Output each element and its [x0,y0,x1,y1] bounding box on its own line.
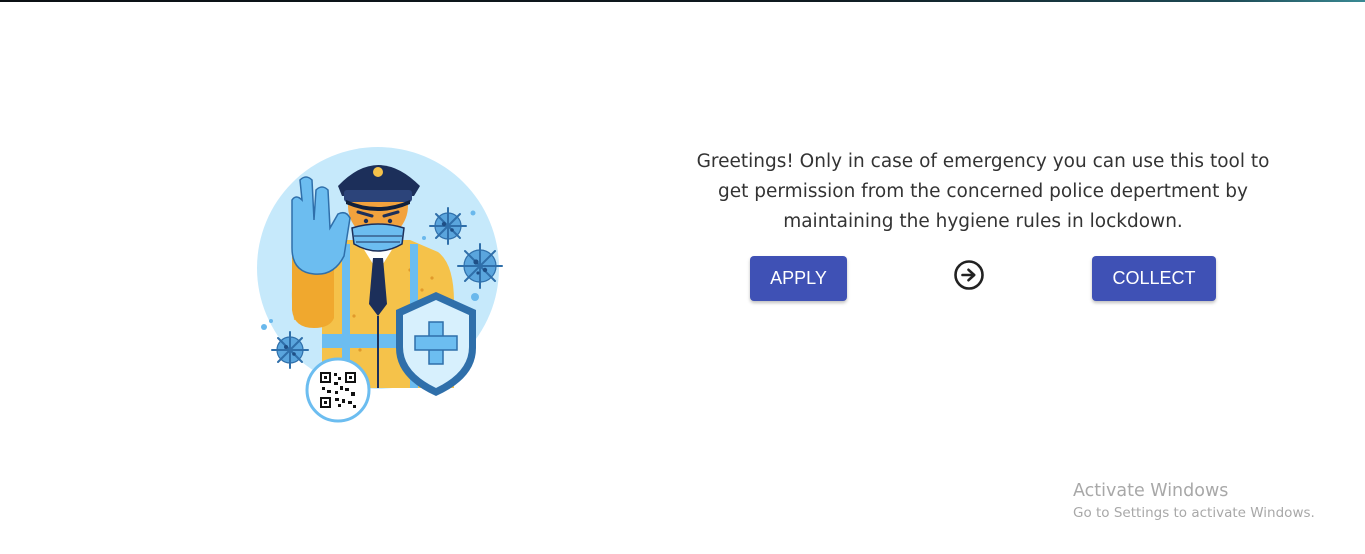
top-border [0,0,1365,2]
arrow-right-circle-icon [953,259,985,291]
collect-button[interactable]: COLLECT [1092,256,1216,301]
greeting-message: Greetings! Only in case of emergency you… [696,151,1270,232]
apply-button[interactable]: APPLY [750,256,847,301]
watermark-subtitle: Go to Settings to activate Windows. [1073,505,1315,521]
police-officer-illustration [250,140,520,430]
activate-windows-watermark: Activate Windows Go to Settings to activ… [1073,480,1315,523]
watermark-title: Activate Windows [1073,481,1229,501]
